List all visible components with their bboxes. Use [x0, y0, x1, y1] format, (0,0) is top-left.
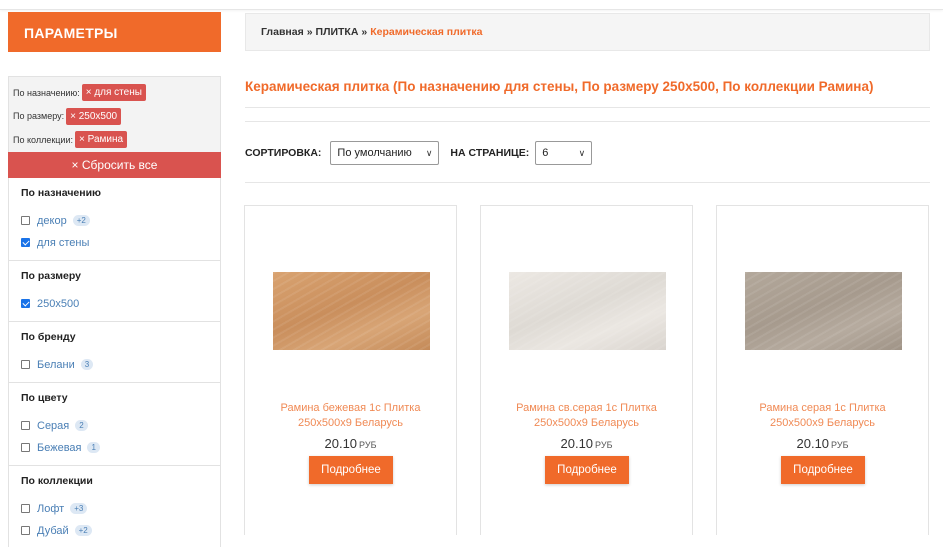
filter-group-title: По цвету — [21, 391, 68, 404]
product-name-link[interactable]: Рамина серая 1с Плитка 250x500x9 Беларус… — [717, 401, 928, 431]
filter-option-label[interactable]: Белани — [37, 359, 75, 371]
details-button[interactable]: Подробнее — [545, 456, 629, 484]
breadcrumb: Главная» ПЛИТКА» Керамическая плитка — [245, 13, 930, 51]
filter-count-badge: +2 — [74, 525, 92, 536]
sort-select[interactable]: По умолчанию ∨ — [330, 141, 440, 165]
product-price: 20.10 РУБ — [717, 436, 928, 451]
remove-filter-chip[interactable]: × 250x500 — [66, 107, 122, 125]
checkbox[interactable] — [21, 443, 30, 452]
product-image[interactable] — [509, 272, 666, 350]
remove-filter-chip[interactable]: × Рамина — [74, 131, 128, 149]
filter-group-title: По размеру — [21, 269, 81, 282]
checkbox-checked[interactable] — [21, 238, 30, 247]
filter-count-badge: +2 — [72, 215, 90, 226]
checkbox[interactable] — [21, 526, 30, 535]
remove-filter-chip[interactable]: × для стены — [81, 84, 146, 102]
active-filters: По назначению: × для стены По размеру: ×… — [8, 76, 221, 152]
filter-option-label[interactable]: Бежевая — [37, 442, 81, 454]
details-button[interactable]: Подробнее — [781, 456, 865, 484]
product-price: 20.10 РУБ — [245, 436, 456, 451]
product-name-link[interactable]: Рамина бежевая 1с Плитка 250x500x9 Белар… — [245, 401, 456, 431]
breadcrumb-section-link[interactable]: ПЛИТКА — [316, 26, 359, 38]
price-value: 20.10 — [560, 436, 594, 451]
filter-option[interactable]: декор +2 — [21, 210, 208, 232]
filter-option[interactable]: Белани 3 — [21, 354, 208, 376]
per-page-select[interactable]: 6 ∨ — [535, 141, 593, 165]
active-filter-row: По размеру: × 250x500 — [13, 105, 216, 129]
price-currency: РУБ — [831, 440, 849, 450]
breadcrumb-home-link[interactable]: Главная — [261, 26, 304, 38]
sort-label: СОРТИРОВКА: — [245, 147, 322, 159]
per-page-select-value: 6 — [542, 147, 549, 159]
filter-group-purpose: По назначению декор +2 для стены — [9, 178, 220, 261]
filter-option[interactable]: для стены — [21, 232, 208, 254]
filter-group-title: По бренду — [21, 330, 76, 343]
chevron-down-icon: ∨ — [578, 147, 586, 158]
sort-select-value: По умолчанию — [337, 147, 412, 159]
top-divider — [0, 0, 943, 10]
product-price: 20.10 РУБ — [481, 436, 692, 451]
divider — [245, 182, 930, 183]
checkbox[interactable] — [21, 360, 30, 369]
chevron-down-icon: ∨ — [425, 147, 433, 158]
filter-option[interactable]: Серая 2 — [21, 415, 208, 437]
filter-count-badge: 1 — [87, 442, 100, 453]
sort-bar: СОРТИРОВКА: По умолчанию ∨ НА СТРАНИЦЕ: … — [245, 141, 593, 165]
price-currency: РУБ — [595, 440, 613, 450]
divider — [245, 121, 930, 122]
page-title: Керамическая плитка (По назначению для с… — [245, 79, 874, 94]
price-value: 20.10 — [324, 436, 358, 451]
filter-count-badge: +3 — [70, 503, 88, 514]
filter-group-collection: По коллекции Лофт +3 Дубай +2 — [9, 466, 220, 547]
breadcrumb-separator: » — [306, 26, 313, 38]
product-image[interactable] — [745, 272, 902, 350]
filter-groups: По назначению декор +2 для стены По разм… — [8, 177, 221, 547]
filter-group-size: По размеру 250x500 — [9, 261, 220, 322]
filter-option-label[interactable]: для стены — [37, 237, 89, 249]
filter-option[interactable]: Дубай +2 — [21, 520, 208, 542]
product-grid: Рамина бежевая 1с Плитка 250x500x9 Белар… — [244, 205, 929, 535]
product-card[interactable]: Рамина бежевая 1с Плитка 250x500x9 Белар… — [244, 205, 457, 535]
filter-sidebar: ПАРАМЕТРЫ По назначению: × для стены По … — [8, 12, 221, 547]
active-filter-label: По коллекции: — [13, 134, 73, 145]
reset-all-button[interactable]: × Сбросить все — [8, 151, 221, 178]
per-page-label: НА СТРАНИЦЕ: — [450, 147, 530, 159]
price-currency: РУБ — [359, 440, 377, 450]
filter-option[interactable]: Бежевая 1 — [21, 437, 208, 459]
sidebar-title: ПАРАМЕТРЫ — [8, 12, 221, 52]
filter-group-title: По назначению — [21, 186, 102, 199]
filter-option-label[interactable]: 250x500 — [37, 298, 79, 310]
breadcrumb-current: Керамическая плитка — [370, 26, 483, 38]
filter-option-label[interactable]: Дубай — [37, 525, 69, 537]
filter-group-title: По коллекции — [21, 474, 93, 487]
active-filter-label: По размеру: — [13, 111, 65, 122]
product-name-link[interactable]: Рамина св.серая 1с Плитка 250x500x9 Бела… — [481, 401, 692, 431]
product-image[interactable] — [273, 272, 430, 350]
checkbox[interactable] — [21, 504, 30, 513]
active-filter-row: По коллекции: × Рамина — [13, 128, 216, 152]
details-button[interactable]: Подробнее — [309, 456, 393, 484]
filter-option[interactable]: 250x500 — [21, 293, 208, 315]
filter-count-badge: 2 — [75, 420, 88, 431]
filter-count-badge: 3 — [80, 359, 94, 370]
product-card[interactable]: Рамина св.серая 1с Плитка 250x500x9 Бела… — [480, 205, 693, 535]
filter-group-brand: По бренду Белани 3 — [9, 322, 220, 383]
price-value: 20.10 — [796, 436, 830, 451]
active-filter-label: По назначению: — [13, 87, 80, 98]
checkbox-checked[interactable] — [21, 299, 30, 308]
checkbox[interactable] — [21, 421, 30, 430]
filter-group-color: По цвету Серая 2 Бежевая 1 — [9, 383, 220, 466]
checkbox[interactable] — [21, 216, 30, 225]
filter-option-label[interactable]: Серая — [37, 420, 69, 432]
filter-option-label[interactable]: декор — [37, 215, 67, 227]
filter-option-label[interactable]: Лофт — [37, 503, 64, 515]
active-filter-row: По назначению: × для стены — [13, 81, 216, 105]
product-card[interactable]: Рамина серая 1с Плитка 250x500x9 Беларус… — [716, 205, 929, 535]
filter-option[interactable]: Лофт +3 — [21, 498, 208, 520]
divider — [245, 107, 930, 108]
breadcrumb-separator: » — [361, 26, 368, 38]
